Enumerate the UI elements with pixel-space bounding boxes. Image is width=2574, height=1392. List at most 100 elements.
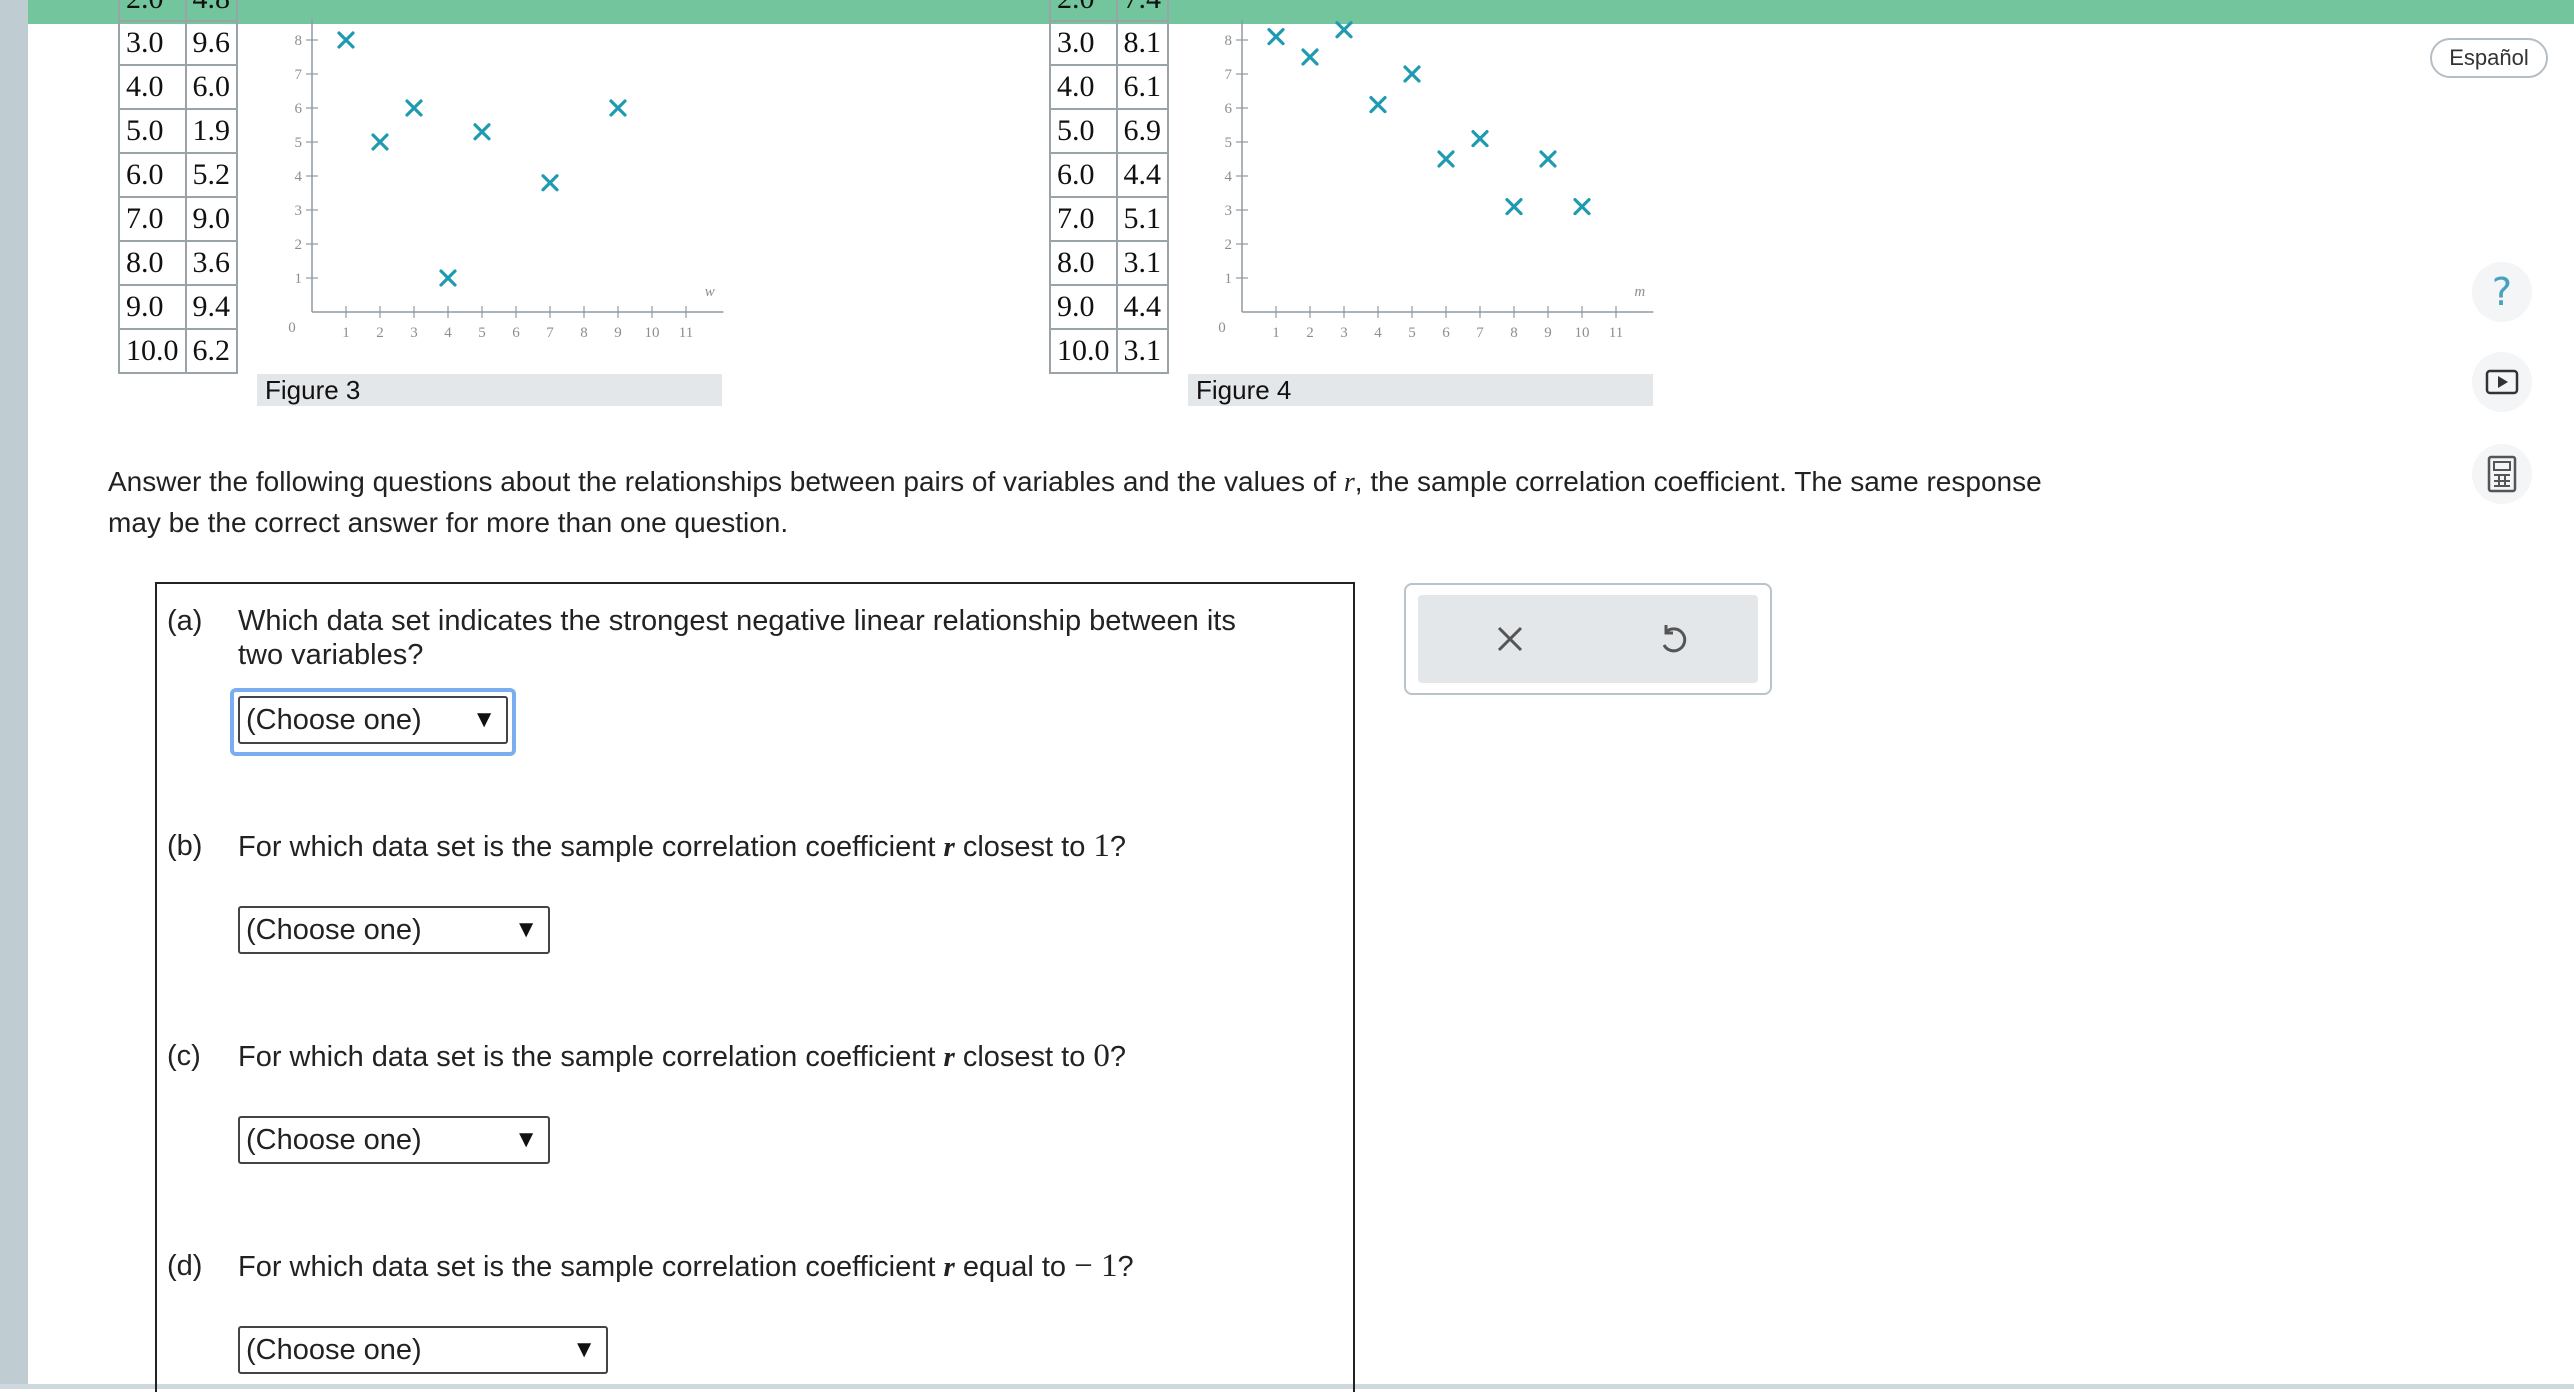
dropdown-arrow-icon: ▼ xyxy=(514,1126,538,1153)
language-button[interactable]: Español xyxy=(2430,38,2548,78)
figure-3-table-row: 2.04.8 xyxy=(118,0,238,22)
dropdown-arrow-icon: ▼ xyxy=(472,706,496,733)
figure-3-y-tick-label: 8 xyxy=(295,33,303,49)
figure-3-y-tick-label: 1 xyxy=(295,271,303,287)
question-b-number: 1 xyxy=(1093,828,1110,864)
figure-4-x-tick-label: 9 xyxy=(1544,325,1552,341)
instructions: Answer the following questions about the… xyxy=(108,462,2348,543)
answer-actions-bar xyxy=(1418,595,1758,683)
question-box: (a) Which data set indicates the stronge… xyxy=(155,582,1355,1392)
figure-4-y-cell: 6.1 xyxy=(1115,64,1169,110)
figure-3-table-row: 10.0 6.2 xyxy=(118,328,238,374)
figure-4-data-point xyxy=(1369,96,1387,114)
figure-4-origin-label: 0 xyxy=(1218,320,1226,336)
figure-3-x-cell: 6.0 xyxy=(118,152,187,198)
close-icon[interactable] xyxy=(1480,609,1540,669)
figure-4-table-row: 3.0 8.1 xyxy=(1049,20,1169,66)
figure-4-y-cell: 7.4 xyxy=(1115,0,1169,22)
figure-4-data-point xyxy=(1573,198,1591,216)
question-a-select[interactable]: (Choose one) ▼ xyxy=(238,696,508,744)
figure-3-x-cell: 10.0 xyxy=(118,328,187,374)
figure-3-y-cell: 6.0 xyxy=(184,64,238,110)
question-a-text: Which data set indicates the strongest n… xyxy=(238,604,1236,672)
video-icon[interactable] xyxy=(2472,352,2532,412)
figure-3-x-tick-label: 3 xyxy=(410,325,418,341)
figure-4-data-point xyxy=(1335,21,1353,39)
dropdown-arrow-icon: ▼ xyxy=(572,1336,596,1363)
question-d-number: − 1 xyxy=(1074,1248,1118,1284)
figure-3-y-cell: 1.9 xyxy=(184,108,238,154)
figure-3-x-tick-label: 7 xyxy=(546,325,554,341)
r-symbol: r xyxy=(943,831,955,863)
figure-4-label: Figure 4 xyxy=(1196,375,1292,405)
figure-4-x-cell: 8.0 xyxy=(1049,240,1118,286)
figure-4-y-cell: 3.1 xyxy=(1115,328,1169,374)
figure-3-table-row: 4.0 6.0 xyxy=(118,64,238,110)
figure-3-y-cell: 5.2 xyxy=(184,152,238,198)
question-c-select[interactable]: (Choose one) ▼ xyxy=(238,1116,550,1164)
figure-4-table-row: 6.0 4.4 xyxy=(1049,152,1169,198)
figure-4-table-row: 9.0 4.4 xyxy=(1049,284,1169,330)
question-c-label: (c) xyxy=(167,1040,201,1072)
undo-icon[interactable] xyxy=(1643,609,1703,669)
figure-4-scatter: 876543211 2 3 4 5 6 7 8 9 10 110m xyxy=(1218,19,1654,341)
figure-3-table-row: 9.0 9.4 xyxy=(118,284,238,330)
question-a-select-value: (Choose one) xyxy=(246,704,422,736)
figure-3-data-point xyxy=(405,99,423,117)
question-c-text: For which data set is the sample correla… xyxy=(238,1039,1126,1074)
r-symbol: r xyxy=(1343,467,1355,498)
figure-3-x-cell: 5.0 xyxy=(118,108,187,154)
figure-3-table-row: 7.0 9.0 xyxy=(118,196,238,242)
figure-4-x-tick-label: 10 xyxy=(1575,325,1590,341)
question-b: (b) For which data set is the sample cor… xyxy=(167,829,1347,869)
question-d-select-value: (Choose one) xyxy=(246,1334,422,1366)
help-icon[interactable]: ? xyxy=(2472,262,2532,322)
figure-3-x-cell: 2.0 xyxy=(118,0,187,22)
figure-4-y-cell: 8.1 xyxy=(1115,20,1169,66)
figure-3-x-tick-label: 5 xyxy=(478,325,486,341)
figure-4-data-point xyxy=(1437,150,1455,168)
figure-3-x-tick-label: 4 xyxy=(444,325,452,341)
figure-3-table-row: 3.0 9.6 xyxy=(118,20,238,66)
figure-4-y-cell: 4.4 xyxy=(1115,284,1169,330)
question-b-select[interactable]: (Choose one) ▼ xyxy=(238,906,550,954)
question-b-post: closest to xyxy=(954,831,1094,863)
figure-4-y-cell: 4.4 xyxy=(1115,152,1169,198)
question-d-select[interactable]: (Choose one) ▼ xyxy=(238,1326,608,1374)
figure-3-table-row: 5.0 1.9 xyxy=(118,108,238,154)
figure-3-y-tick-label: 4 xyxy=(295,169,303,185)
question-b-select-value: (Choose one) xyxy=(246,914,422,946)
question-c-select-value: (Choose one) xyxy=(246,1124,422,1156)
figure-3-y-tick-label: 7 xyxy=(295,67,303,83)
figure-4-x-tick-label: 5 xyxy=(1408,325,1416,341)
figure-3-x-cell: 3.0 xyxy=(118,20,187,66)
figure-3-y-cell: 9.4 xyxy=(184,284,238,330)
figure-3-origin-label: 0 xyxy=(288,320,296,336)
question-d-post: equal to xyxy=(954,1251,1075,1283)
figure-3-y-tick-label: 6 xyxy=(295,101,303,117)
figure-3-y-cell: 4.8 xyxy=(184,0,238,22)
figure-3-x-tick-label: 6 xyxy=(512,325,520,341)
figure-3-table-row: 6.0 5.2 xyxy=(118,152,238,198)
figure-4-x-tick-label: 1 xyxy=(1272,325,1280,341)
figure-4-x-tick-label: 4 xyxy=(1374,325,1382,341)
figure-3-data-point xyxy=(473,123,491,141)
question-a-line-2: two variables? xyxy=(238,639,424,671)
calculator-icon[interactable] xyxy=(2472,444,2532,504)
figure-4-x-cell: 2.0 xyxy=(1049,0,1118,22)
figure-4-y-cell: 6.9 xyxy=(1115,108,1169,154)
figure-3-x-tick-label: 9 xyxy=(614,325,622,341)
figure-4-x-cell: 3.0 xyxy=(1049,20,1118,66)
figure-4-x-cell: 6.0 xyxy=(1049,152,1118,198)
figure-3-scatter: 876543211 2 3 4 5 6 7 8 9 10 110w xyxy=(288,19,724,341)
figure-3-x-tick-label: 1 xyxy=(342,325,350,341)
figure-3-data-point xyxy=(337,31,355,49)
figure-3-x-tick-label: 10 xyxy=(645,325,660,341)
figure-3-x-tick-label: 8 xyxy=(580,325,588,341)
figure-3-data-point xyxy=(439,269,457,287)
figure-4-table-row: 8.0 3.1 xyxy=(1049,240,1169,286)
question-a-line-1: Which data set indicates the strongest n… xyxy=(238,605,1236,637)
question-d-end: ? xyxy=(1117,1251,1134,1283)
question-c-post: closest to xyxy=(954,1041,1094,1073)
figure-4-x-tick-label: 11 xyxy=(1609,325,1623,341)
